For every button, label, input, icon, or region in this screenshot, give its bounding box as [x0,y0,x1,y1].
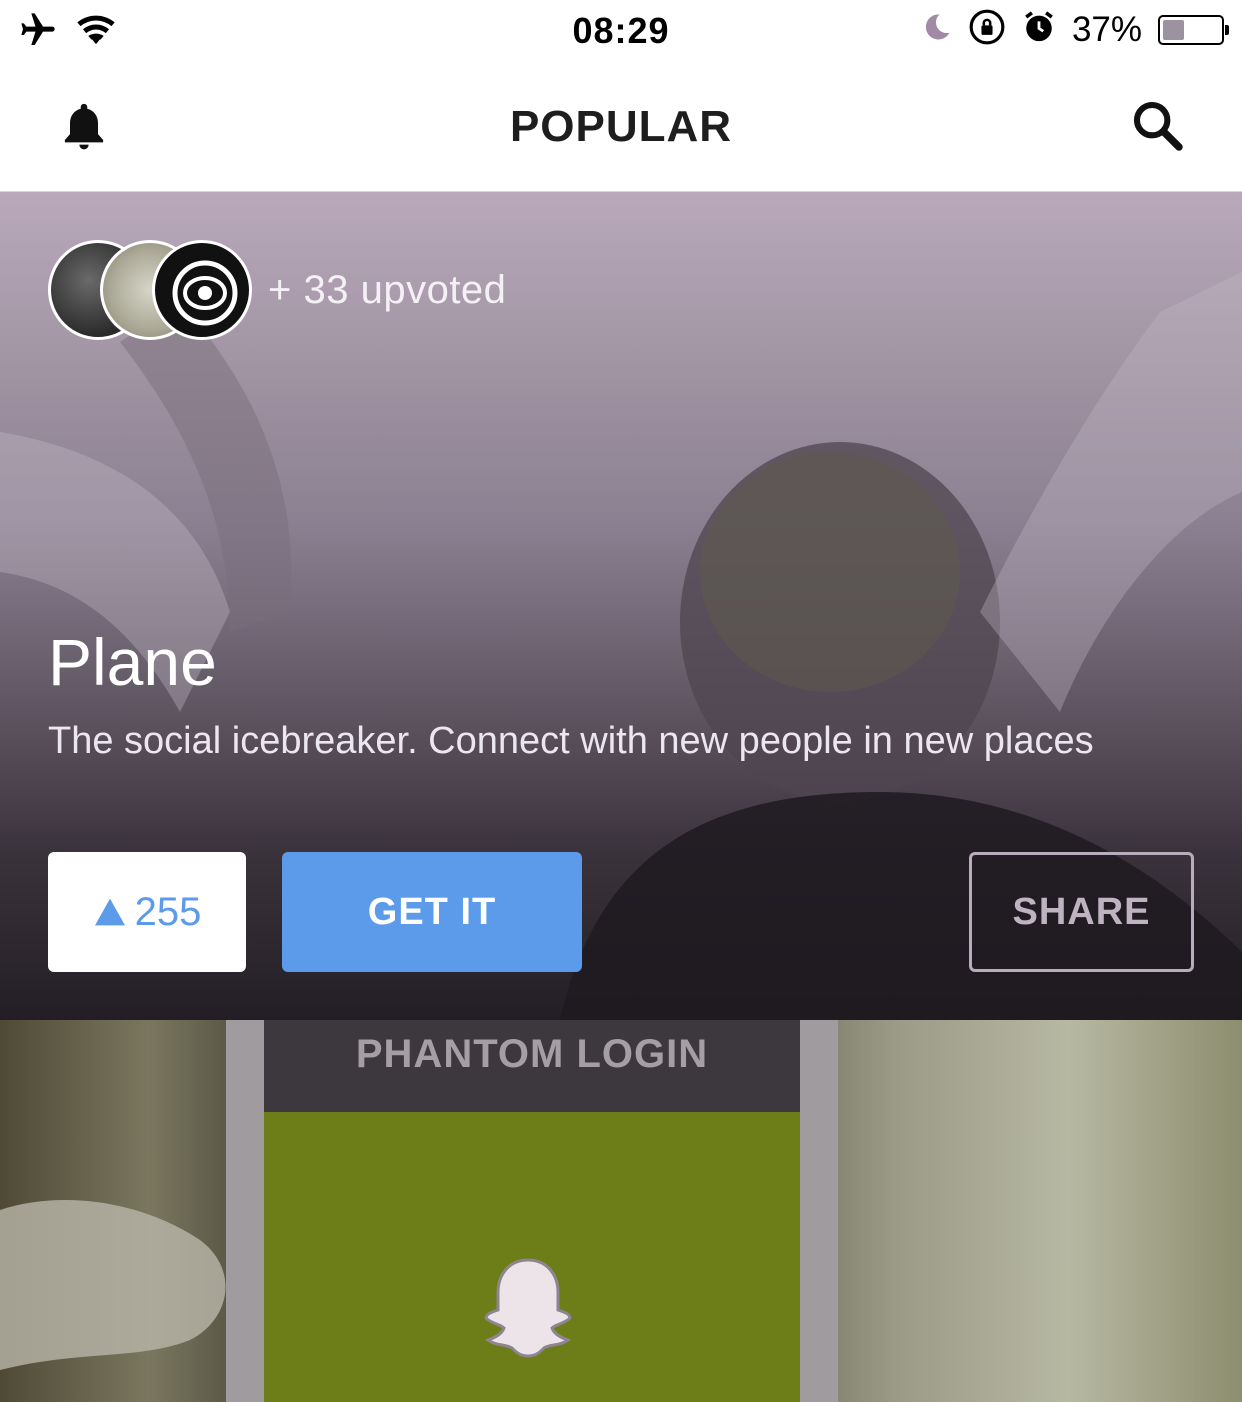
navigation-bar: POPULAR [0,64,1242,192]
page-title: POPULAR [509,102,733,151]
battery-percentage: 37% [1071,9,1142,49]
upvote-triangle-icon [94,898,125,926]
get-it-button[interactable]: GET IT [282,852,582,972]
status-bar: 08:29 37% [0,0,1242,64]
upvote-count: 255 [134,889,202,934]
hand-image [0,1200,226,1370]
app-screen: 08:29 37% POPULAR + 33 upvoted Plane The… [0,0,1242,1402]
product-name[interactable]: Plane [48,624,217,700]
featured-product-card[interactable]: + 33 upvoted Plane The social icebreaker… [0,192,1242,1020]
upvoters-row[interactable]: + 33 upvoted [48,240,506,340]
rotation-lock-icon [968,8,1006,51]
do-not-disturb-moon-icon [922,11,952,48]
battery-icon [1158,14,1229,45]
product-tagline: The social icebreaker. Connect with new … [48,720,1094,762]
upvote-button[interactable]: 255 [48,852,246,972]
avatar-eye-logo [152,240,252,340]
share-button[interactable]: SHARE [969,852,1194,972]
ghost-icon [484,1258,572,1358]
search-icon[interactable] [1130,98,1186,154]
product-card[interactable]: PHANTOM LOGIN [0,1020,1242,1402]
phone-screen-header-text: PHANTOM LOGIN [355,1032,709,1076]
alarm-clock-icon [1022,10,1056,49]
battery-level-fill [1163,19,1184,40]
upvoted-count-text: + 33 upvoted [268,267,507,312]
